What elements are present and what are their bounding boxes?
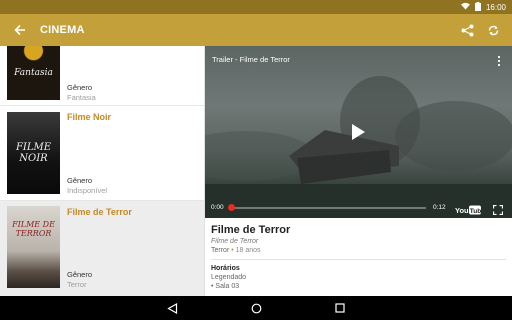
recents-button[interactable] <box>333 301 347 315</box>
poster-title: FILME NOIR <box>15 142 52 164</box>
current-time: 0:00 <box>211 204 224 211</box>
seek-handle[interactable] <box>228 204 235 211</box>
poster-title: FILME DE TERROR <box>12 220 55 238</box>
fullscreen-icon <box>492 204 504 216</box>
arrow-left-icon <box>14 24 25 36</box>
genre-value: Terror <box>67 280 87 289</box>
more-vert-icon <box>497 55 501 67</box>
movie-info: Filme de Terror Filme de Terror Terror •… <box>205 218 512 296</box>
play-icon <box>352 124 365 140</box>
genre-value: Indisponível <box>67 186 108 195</box>
meta-separator: • <box>231 247 234 254</box>
detail-title: Filme de Terror <box>211 224 291 236</box>
triangle-back-icon <box>166 302 177 314</box>
movie-list[interactable]: Fantasia Gênero Fantasia FILME NOIR Film… <box>0 46 205 296</box>
youtube-logo[interactable]: You Tube <box>455 202 485 215</box>
fullscreen-button[interactable] <box>492 202 504 216</box>
svg-text:You: You <box>455 206 469 215</box>
list-item[interactable]: FILME NOIR Filme Noir Gênero Indisponíve… <box>0 106 204 201</box>
genre-label: Gênero <box>67 270 93 279</box>
schedule-line: • Sala 03 <box>211 283 240 290</box>
circle-home-icon <box>251 303 261 313</box>
wifi-icon <box>460 2 470 12</box>
duration: 0:12 <box>433 204 446 211</box>
status-bar: 16:00 <box>0 0 512 14</box>
video-player[interactable]: Trailer - Filme de Terror 0:00 0:12 You … <box>205 46 512 218</box>
app-bar: CINEMA <box>0 14 512 46</box>
detail-subtitle: Filme de Terror <box>211 238 259 245</box>
play-button[interactable] <box>351 124 365 140</box>
poster-title: Fantasia <box>14 68 53 78</box>
video-menu-button[interactable] <box>496 54 502 67</box>
refresh-button[interactable] <box>484 21 502 39</box>
movie-poster: FILME NOIR <box>7 112 60 194</box>
movie-detail: Trailer - Filme de Terror 0:00 0:12 You … <box>205 46 512 296</box>
refresh-icon <box>488 25 498 35</box>
back-nav-button[interactable] <box>165 301 179 315</box>
share-icon <box>461 24 473 36</box>
schedule-line: Legendado <box>211 274 247 281</box>
page-title: CINEMA <box>40 24 85 36</box>
seek-bar[interactable] <box>230 207 426 209</box>
genre-value: Fantasia <box>67 93 96 102</box>
divider <box>211 259 506 260</box>
list-item[interactable]: FILME DE TERROR Filme de Terror Gênero T… <box>0 201 204 296</box>
movie-title[interactable]: Filme de Terror <box>67 207 132 217</box>
detail-meta: Terror • 18 anos <box>211 247 506 254</box>
movie-title[interactable]: Filme Noir <box>67 112 111 122</box>
square-recents-icon <box>335 303 345 313</box>
genre-label: Gênero <box>67 176 93 185</box>
genre-text: Terror <box>211 247 230 254</box>
battery-icon <box>474 1 481 13</box>
movie-poster: Fantasia <box>7 46 60 100</box>
navigation-bar <box>0 296 512 320</box>
home-button[interactable] <box>249 301 263 315</box>
svg-text:Tube: Tube <box>470 208 481 215</box>
age-rating: 18 anos <box>235 247 261 254</box>
clock: 16:00 <box>485 2 506 12</box>
movie-poster: FILME DE TERROR <box>7 206 60 288</box>
schedule-heading: Horários <box>211 265 240 272</box>
list-item[interactable]: Fantasia Gênero Fantasia <box>0 46 204 106</box>
share-button[interactable] <box>458 21 476 39</box>
video-title: Trailer - Filme de Terror <box>212 55 290 64</box>
genre-label: Gênero <box>67 83 93 92</box>
back-button[interactable] <box>0 14 40 46</box>
